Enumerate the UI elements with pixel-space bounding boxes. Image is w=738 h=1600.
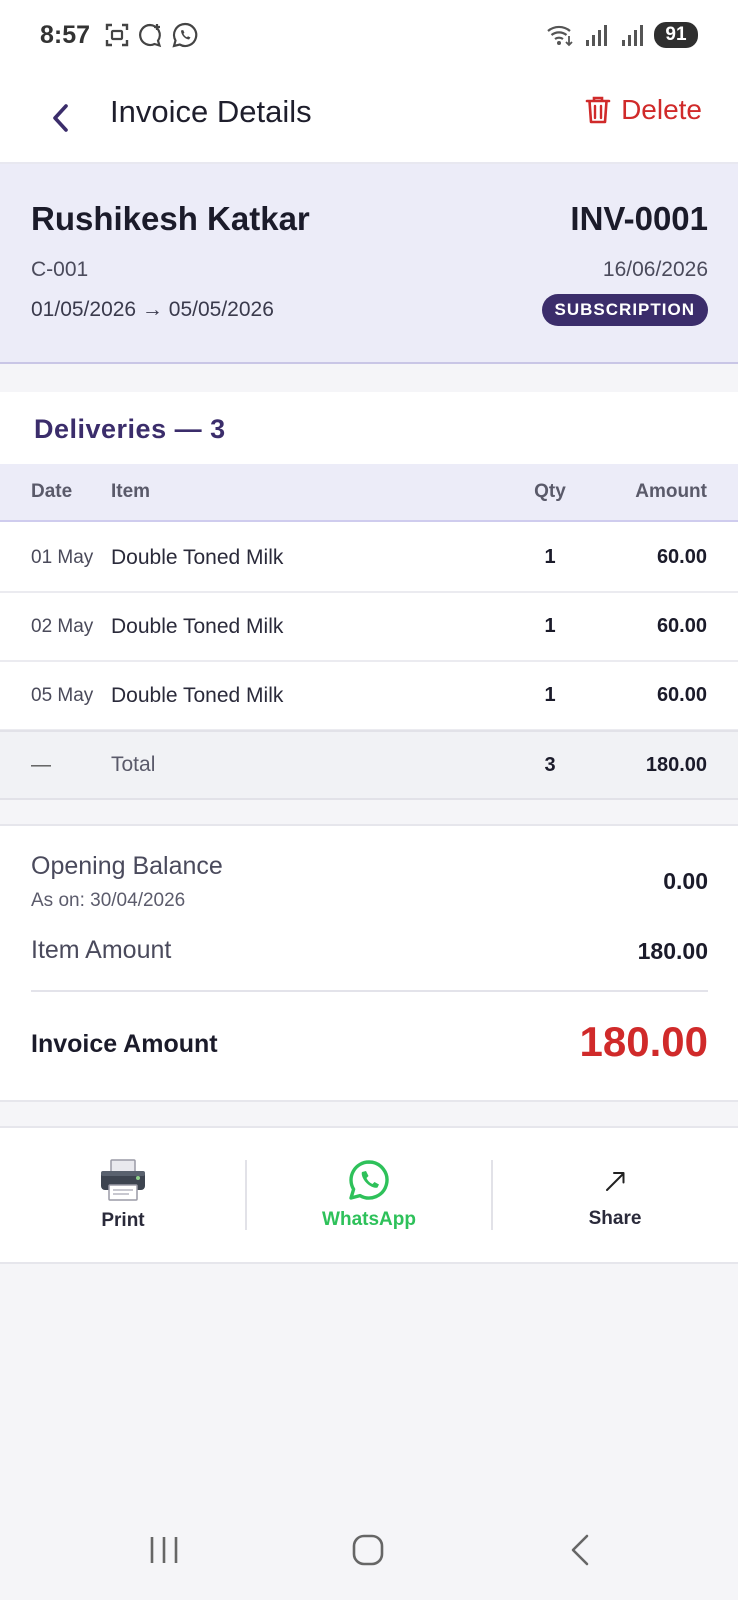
status-bar: 8:57 91	[0, 0, 738, 70]
deliveries-title: Deliveries — 3	[34, 414, 226, 444]
share-arrow-icon	[606, 1172, 625, 1191]
invoice-type-badge: SUBSCRIPTION	[541, 294, 708, 326]
share-button[interactable]: Share	[492, 1128, 738, 1262]
whatsapp-icon	[349, 1160, 389, 1200]
recent-apps-icon	[150, 1537, 178, 1563]
signal-icon	[622, 25, 643, 46]
page-title: Invoice Details	[110, 94, 312, 129]
delete-button[interactable]: Delete	[585, 94, 702, 126]
total-label: Total	[111, 753, 156, 776]
system-nav-bar	[0, 1500, 738, 1600]
status-time: 8:57	[40, 20, 91, 49]
summary-divider	[31, 990, 708, 992]
chat-plus-icon	[139, 23, 162, 48]
column-header-amount: Amount	[635, 481, 707, 502]
row-qty: 1	[544, 615, 556, 637]
customer-code: C-001	[31, 258, 89, 281]
back-chevron-icon	[571, 1534, 589, 1566]
delete-label: Delete	[621, 94, 702, 125]
amount-summary: Opening Balance As on: 30/04/2026 0.00 I…	[0, 824, 738, 1102]
table-header: Date Item Qty Amount	[0, 464, 738, 522]
invoice-date: 16/06/2026	[602, 258, 708, 281]
table-row: 02 May Double Toned Milk 1 60.00	[0, 593, 738, 662]
item-amount-value: 180.00	[637, 938, 708, 964]
home-button[interactable]	[338, 1530, 398, 1570]
customer-name: Rushikesh Katkar	[31, 200, 310, 237]
row-date: 02 May	[31, 615, 94, 637]
invoice-number: INV-0001	[570, 200, 708, 237]
home-icon	[352, 1534, 384, 1566]
row-date: 05 May	[31, 684, 94, 706]
item-amount-label: Item Amount	[31, 936, 172, 964]
print-label: Print	[101, 1210, 145, 1231]
wifi-icon	[547, 25, 573, 47]
whatsapp-label: WhatsApp	[322, 1209, 416, 1230]
column-header-date: Date	[31, 481, 73, 502]
total-date: —	[31, 753, 51, 776]
deliveries-section: Deliveries — 3 Date Item Qty Amount 01 M…	[0, 392, 738, 800]
signal-icon	[586, 25, 607, 46]
print-button[interactable]: Print	[0, 1128, 246, 1262]
opening-balance-value: 0.00	[663, 868, 708, 894]
opening-balance-label: Opening Balance	[31, 852, 223, 880]
row-qty: 1	[544, 546, 556, 568]
row-item: Double Toned Milk	[111, 683, 284, 707]
row-qty: 1	[544, 684, 556, 706]
row-date: 01 May	[31, 546, 94, 568]
app-header: Invoice Details Delete	[0, 70, 738, 164]
total-row: — Total 3 180.00	[0, 730, 738, 800]
table-row: 05 May Double Toned Milk 1 60.00	[0, 662, 738, 731]
row-amount: 60.00	[656, 615, 707, 637]
total-amount: 180.00	[645, 753, 707, 776]
back-button[interactable]	[44, 98, 78, 138]
trash-icon	[585, 96, 611, 124]
system-back-button[interactable]	[550, 1530, 610, 1570]
printer-icon	[101, 1159, 145, 1201]
column-header-item: Item	[111, 481, 151, 502]
whatsapp-icon	[172, 22, 198, 48]
status-left: 8:57	[40, 21, 198, 50]
screenshot-icon	[105, 23, 129, 47]
whatsapp-button[interactable]: WhatsApp	[246, 1128, 492, 1262]
battery-indicator: 91	[654, 22, 698, 48]
row-amount: 60.00	[656, 684, 707, 706]
table-row: 01 May Double Toned Milk 1 60.00	[0, 524, 738, 593]
invoice-amount-value: 180.00	[579, 1018, 708, 1065]
row-amount: 60.00	[656, 546, 707, 568]
row-item: Double Toned Milk	[111, 545, 284, 569]
share-label: Share	[588, 1208, 642, 1229]
status-right: 91	[546, 22, 698, 48]
total-qty: 3	[544, 753, 556, 776]
recent-apps-button[interactable]	[134, 1530, 194, 1570]
billing-period: 01/05/2026 → 05/05/2026	[31, 298, 274, 321]
row-item: Double Toned Milk	[111, 614, 284, 638]
action-bar: Print WhatsApp Share	[0, 1126, 738, 1264]
invoice-summary-card: Rushikesh Katkar INV-0001 C-001 16/06/20…	[0, 164, 738, 364]
opening-balance-date: As on: 30/04/2026	[31, 890, 186, 911]
column-header-qty: Qty	[534, 481, 566, 502]
chevron-left-icon	[53, 104, 68, 132]
invoice-amount-label: Invoice Amount	[31, 1030, 218, 1058]
